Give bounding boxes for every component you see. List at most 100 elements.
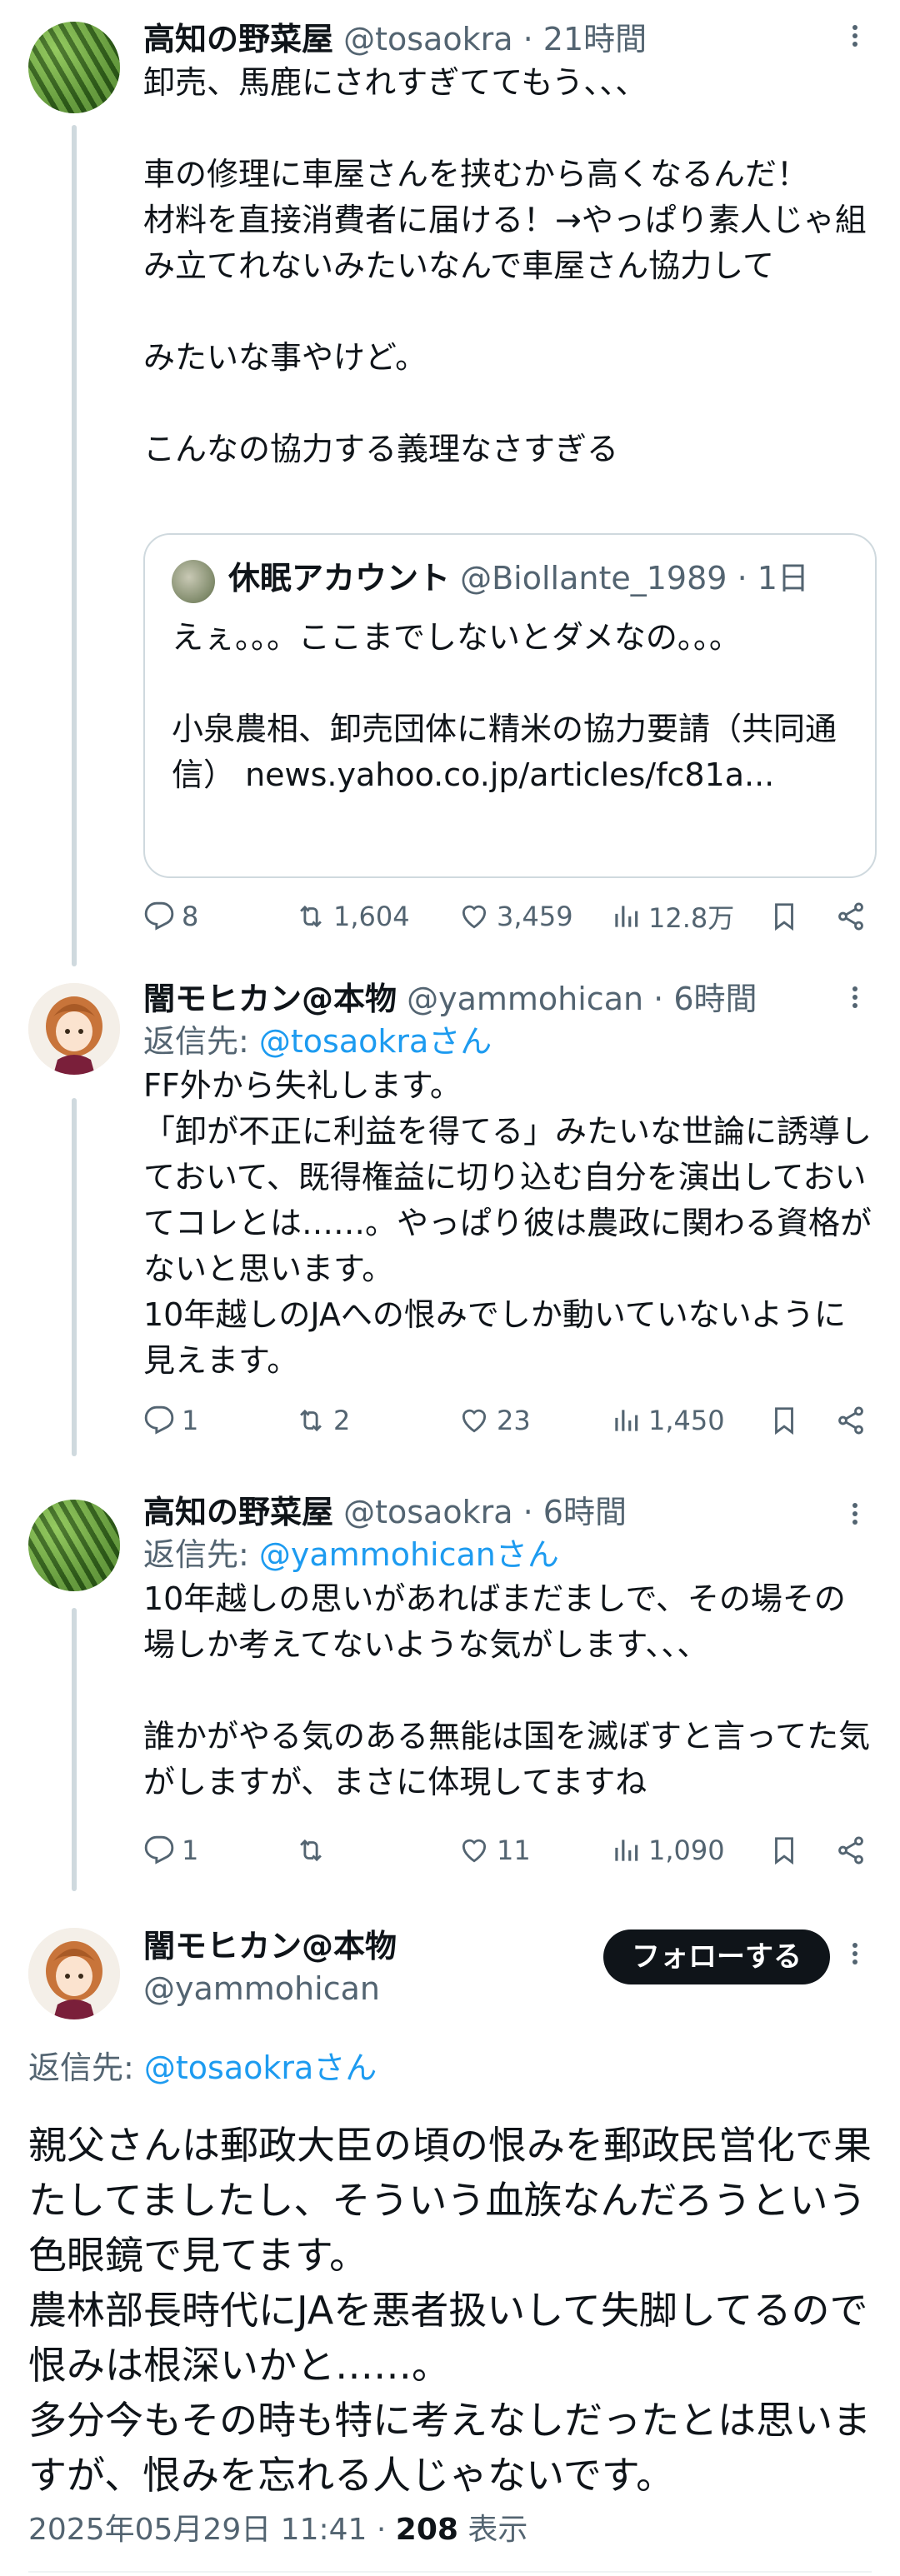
views-button[interactable]: 1,090 [610, 1830, 725, 1871]
author-name[interactable]: 闇モヒカン@本物 [143, 981, 397, 1017]
avatar-image [28, 1928, 120, 2019]
reply-count: 8 [182, 901, 199, 932]
author-handle[interactable]: @tosaokra [343, 1494, 512, 1530]
more-icon[interactable] [838, 1500, 872, 1533]
tweet-text: 卸売、馬鹿にされすぎててもう、、、 車の修理に車屋さんを挟むから高くなるんだ！ … [143, 64, 867, 467]
reply-icon [144, 1835, 174, 1865]
views-count: 1,090 [648, 1835, 725, 1866]
reply-to: 返信先: @tosaokraさん [143, 1020, 875, 1063]
author-name[interactable]: 高知の野菜屋 [143, 1494, 333, 1530]
like-icon [462, 1839, 487, 1863]
tweet-meta: 2025年05月29日 11:41 · 208 表示 [28, 2509, 528, 2551]
more-icon[interactable] [838, 1939, 872, 1973]
retweet-button[interactable]: 2 [295, 1400, 350, 1441]
like-count: 23 [497, 1405, 531, 1436]
avatar[interactable] [28, 1500, 120, 1591]
share-icon [838, 902, 863, 931]
views-count: 208 [395, 2513, 458, 2547]
quoted-tweet[interactable]: 休眠アカウント @Biollante_1989 · 1日 えぇ。。。ここまでしな… [143, 533, 877, 878]
reply-button[interactable]: 1 [143, 1830, 198, 1871]
author-name[interactable]: 闇モヒカン@本物 [143, 1925, 397, 1968]
author-handle[interactable]: @yammohican [143, 1968, 397, 2009]
action-bar: 1 11 1,090 [143, 1830, 875, 1871]
views-icon [615, 906, 638, 927]
author-name[interactable]: 高知の野菜屋 [143, 21, 333, 57]
retweet-icon [300, 1409, 322, 1432]
post-datetime[interactable]: 2025年05月29日 11:41 · [28, 2513, 396, 2547]
quoted-text: えぇ。。。ここまでしないとダメなの。。。 小泉農相、卸売団体に精米の協力要請（共… [172, 619, 838, 793]
views-button[interactable]: 1,450 [610, 1400, 725, 1441]
like-icon [462, 905, 487, 929]
views-count: 1,450 [648, 1405, 725, 1436]
views-label: 表示 [458, 2513, 528, 2547]
bookmark-button[interactable] [768, 1400, 800, 1441]
avatar[interactable] [28, 1928, 120, 2019]
reply-to: 返信先: @yammohicanさん [143, 1533, 875, 1576]
retweet-icon [300, 1839, 322, 1862]
views-icon [615, 1410, 638, 1431]
avatar-image [28, 983, 120, 1075]
reply-count: 1 [182, 1835, 199, 1866]
divider [28, 2571, 872, 2573]
retweet-button[interactable] [295, 1830, 333, 1871]
retweet-count: 2 [333, 1405, 351, 1436]
post-time[interactable]: · 6時間 [523, 1494, 627, 1530]
author-handle: @Biollante_1989 [460, 560, 728, 597]
avatar[interactable] [172, 560, 215, 603]
author-name: 休眠アカウント [228, 560, 451, 597]
reply-button[interactable]: 8 [143, 896, 198, 937]
tweet-text: 親父さんは郵政大臣の頃の恨みを郵政民営化で果たしてましたし、そういう血族なんだろ… [28, 2123, 872, 2498]
like-button[interactable]: 23 [458, 1400, 531, 1441]
reply-prefix: 返信先: [143, 1536, 259, 1573]
share-button[interactable] [835, 1830, 867, 1871]
bookmark-icon [775, 1837, 793, 1865]
more-icon[interactable] [838, 983, 872, 1016]
tweet-text: 10年越しの思いがあればまだましで、その場その場しか考えてないような気がします、… [143, 1580, 871, 1800]
like-count: 3,459 [497, 901, 573, 932]
tweet-text: FF外から失礼します。 「卸が不正に利益を得てる」みたいな世論に誘導しておいて、… [143, 1067, 872, 1379]
author-handle[interactable]: @yammohican [407, 981, 643, 1017]
more-icon[interactable] [838, 22, 872, 55]
reply-button[interactable]: 1 [143, 1400, 198, 1441]
views-icon [615, 1840, 638, 1861]
share-icon [838, 1406, 863, 1435]
tweet[interactable]: 高知の野菜屋 @tosaokra · 21時間 卸売、馬鹿にされすぎててもう、、… [0, 0, 900, 958]
reply-to: 返信先: @tosaokraさん [28, 2046, 377, 2089]
avatar[interactable] [28, 983, 120, 1075]
post-time[interactable]: · 21時間 [523, 21, 648, 57]
retweet-button[interactable]: 1,604 [295, 896, 410, 937]
retweet-icon [300, 905, 322, 928]
share-icon [838, 1836, 863, 1865]
reply-icon [144, 1405, 174, 1435]
focused-tweet: 闇モヒカン@本物 @yammohican フォローする 返信先: @tosaok… [0, 1925, 900, 2576]
share-button[interactable] [835, 1400, 867, 1441]
reply-to-link[interactable]: @tosaokraさん [259, 1023, 492, 1060]
avatar[interactable] [28, 22, 120, 113]
bookmark-icon [775, 903, 793, 931]
post-time: · 1日 [737, 560, 809, 597]
like-button[interactable]: 11 [458, 1830, 531, 1871]
reply-to-link[interactable]: @tosaokraさん [144, 2049, 377, 2086]
share-button[interactable] [835, 896, 867, 937]
reply-prefix: 返信先: [143, 1023, 259, 1060]
action-bar: 8 1,604 3,459 12.8万 [143, 896, 875, 937]
action-bar: 1 2 23 1,450 [143, 1400, 875, 1441]
like-icon [462, 1409, 487, 1433]
views-button[interactable]: 12.8万 [610, 896, 734, 937]
author-handle[interactable]: @tosaokra [343, 21, 512, 57]
bookmark-icon [775, 1407, 793, 1435]
reply-prefix: 返信先: [28, 2049, 144, 2086]
tweet[interactable]: 闇モヒカン@本物 @yammohican · 6時間 返信先: @tosaokr… [0, 973, 900, 1473]
tweet[interactable]: 高知の野菜屋 @tosaokra · 6時間 返信先: @yammohicanさ… [0, 1491, 900, 1908]
like-button[interactable]: 3,459 [458, 896, 573, 937]
post-time[interactable]: · 6時間 [653, 981, 757, 1017]
retweet-count: 1,604 [333, 901, 410, 932]
follow-button[interactable]: フォローする [603, 1930, 830, 1984]
reply-count: 1 [182, 1405, 199, 1436]
reply-icon [144, 901, 174, 931]
views-count: 12.8万 [648, 902, 735, 934]
like-count: 11 [497, 1835, 531, 1866]
bookmark-button[interactable] [768, 896, 800, 937]
reply-to-link[interactable]: @yammohicanさん [259, 1536, 559, 1573]
bookmark-button[interactable] [768, 1830, 800, 1871]
